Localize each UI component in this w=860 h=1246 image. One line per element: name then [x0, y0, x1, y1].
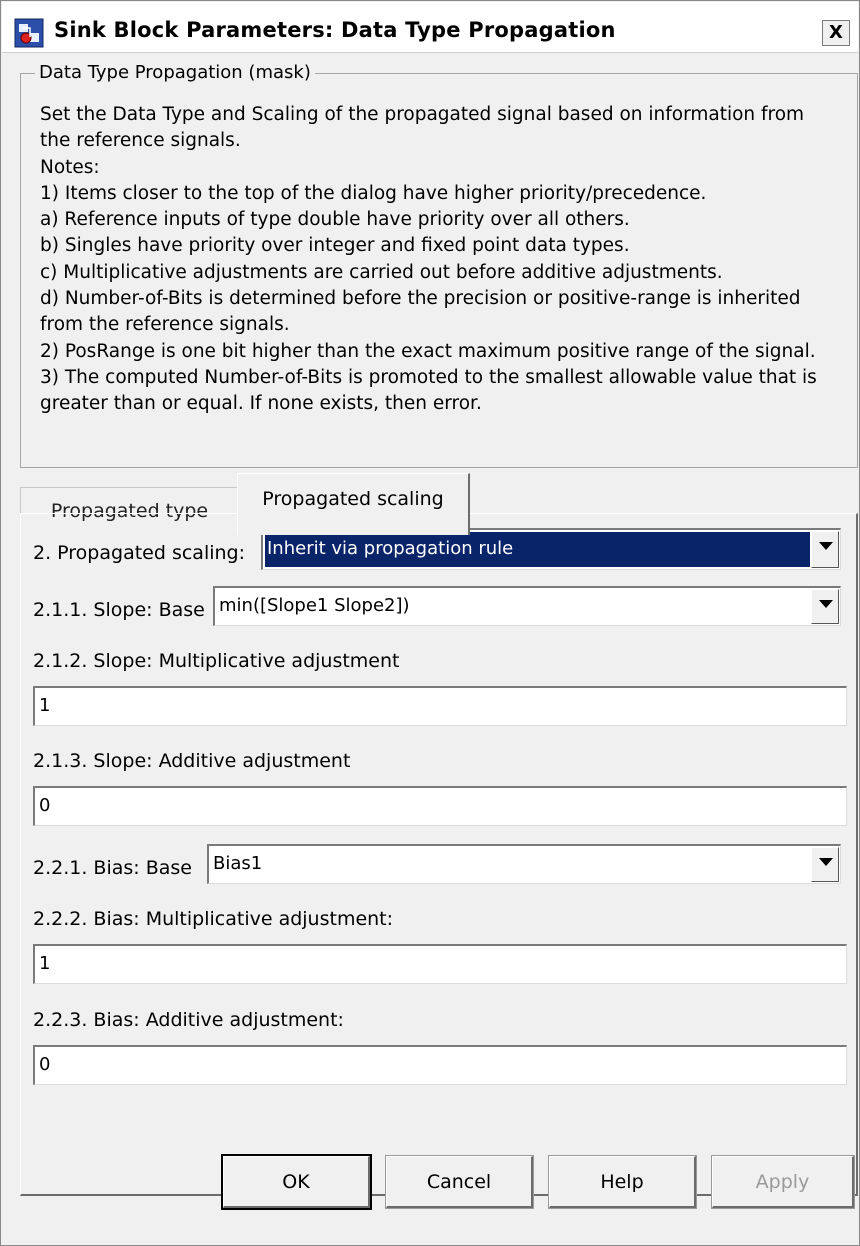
description-line: Notes: — [40, 156, 100, 178]
description-line: from the reference signals. — [40, 314, 290, 336]
bias-add-field[interactable]: 0 — [33, 1045, 847, 1085]
title-bar: Sink Block Parameters: Data Type Propaga… — [2, 2, 858, 53]
description-line: Set the Data Type and Scaling of the pro… — [40, 104, 805, 125]
simulink-block-icon — [14, 18, 44, 48]
slope-mult-value: 1 — [39, 695, 51, 716]
tab-propagated-scaling[interactable]: Propagated scaling — [237, 473, 470, 535]
bias-base-select[interactable]: Bias1 — [207, 844, 841, 884]
bias-add-label: 2.2.3. Bias: Additive adjustment: — [33, 1009, 344, 1031]
bias-add-value: 0 — [39, 1054, 51, 1075]
slope-add-label: 2.1.3. Slope: Additive adjustment — [33, 750, 351, 772]
bias-mult-field[interactable]: 1 — [33, 944, 847, 984]
bias-mult-value: 1 — [39, 953, 51, 974]
slope-add-value: 0 — [39, 795, 51, 816]
apply-button[interactable]: Apply — [711, 1155, 855, 1209]
description-line: greater than or equal. If none exists, t… — [40, 393, 482, 415]
chevron-down-icon[interactable] — [811, 847, 839, 882]
slope-base-value: min([Slope1 Slope2]) — [219, 595, 410, 616]
description-line: 2) PosRange is one bit higher than the e… — [40, 340, 816, 362]
chevron-down-icon[interactable] — [811, 589, 839, 624]
description-line: a) Reference inputs of type double have … — [40, 209, 630, 231]
mask-title: Data Type Propagation (mask) — [35, 62, 315, 84]
description-line: c) Multiplicative adjustments are carrie… — [40, 261, 723, 283]
cancel-button[interactable]: Cancel — [385, 1155, 534, 1209]
help-button[interactable]: Help — [548, 1155, 697, 1209]
block-parameters-dialog: Sink Block Parameters: Data Type Propaga… — [0, 0, 860, 1246]
tab-panel-propagated-scaling: 2. Propagated scaling: Inherit via propa… — [20, 513, 858, 1196]
bias-base-label: 2.2.1. Bias: Base — [33, 857, 192, 879]
window-title: Sink Block Parameters: Data Type Propaga… — [54, 18, 616, 42]
description-line: d) Number-of-Bits is determined before t… — [40, 288, 801, 310]
description-line: 3) The computed Number-of-Bits is promot… — [40, 366, 817, 388]
bias-base-value: Bias1 — [213, 853, 263, 874]
description-line: b) Singles have priority over integer an… — [40, 235, 630, 257]
close-icon[interactable]: X — [822, 20, 850, 46]
slope-mult-label: 2.1.2. Slope: Multiplicative adjustment — [33, 650, 400, 672]
slope-add-field[interactable]: 0 — [33, 786, 847, 826]
bias-mult-label: 2.2.2. Bias: Multiplicative adjustment: — [33, 908, 394, 930]
slope-base-label: 2.1.1. Slope: Base — [33, 599, 205, 621]
dialog-content: Data Type Propagation (mask) Set the Dat… — [2, 53, 858, 1244]
propagated-scaling-label: 2. Propagated scaling: — [33, 542, 246, 564]
ok-button[interactable]: OK — [221, 1154, 372, 1210]
slope-base-select[interactable]: min([Slope1 Slope2]) — [213, 586, 841, 626]
mask-description-group: Data Type Propagation (mask) Set the Dat… — [20, 62, 858, 468]
slope-mult-field[interactable]: 1 — [33, 686, 847, 726]
propagated-scaling-value: Inherit via propagation rule — [265, 532, 810, 567]
description-line: the reference signals. — [40, 130, 241, 152]
mask-description: Set the Data Type and Scaling of the pro… — [40, 102, 847, 418]
chevron-down-icon[interactable] — [811, 531, 839, 568]
description-line: 1) Items closer to the top of the dialog… — [40, 182, 707, 204]
